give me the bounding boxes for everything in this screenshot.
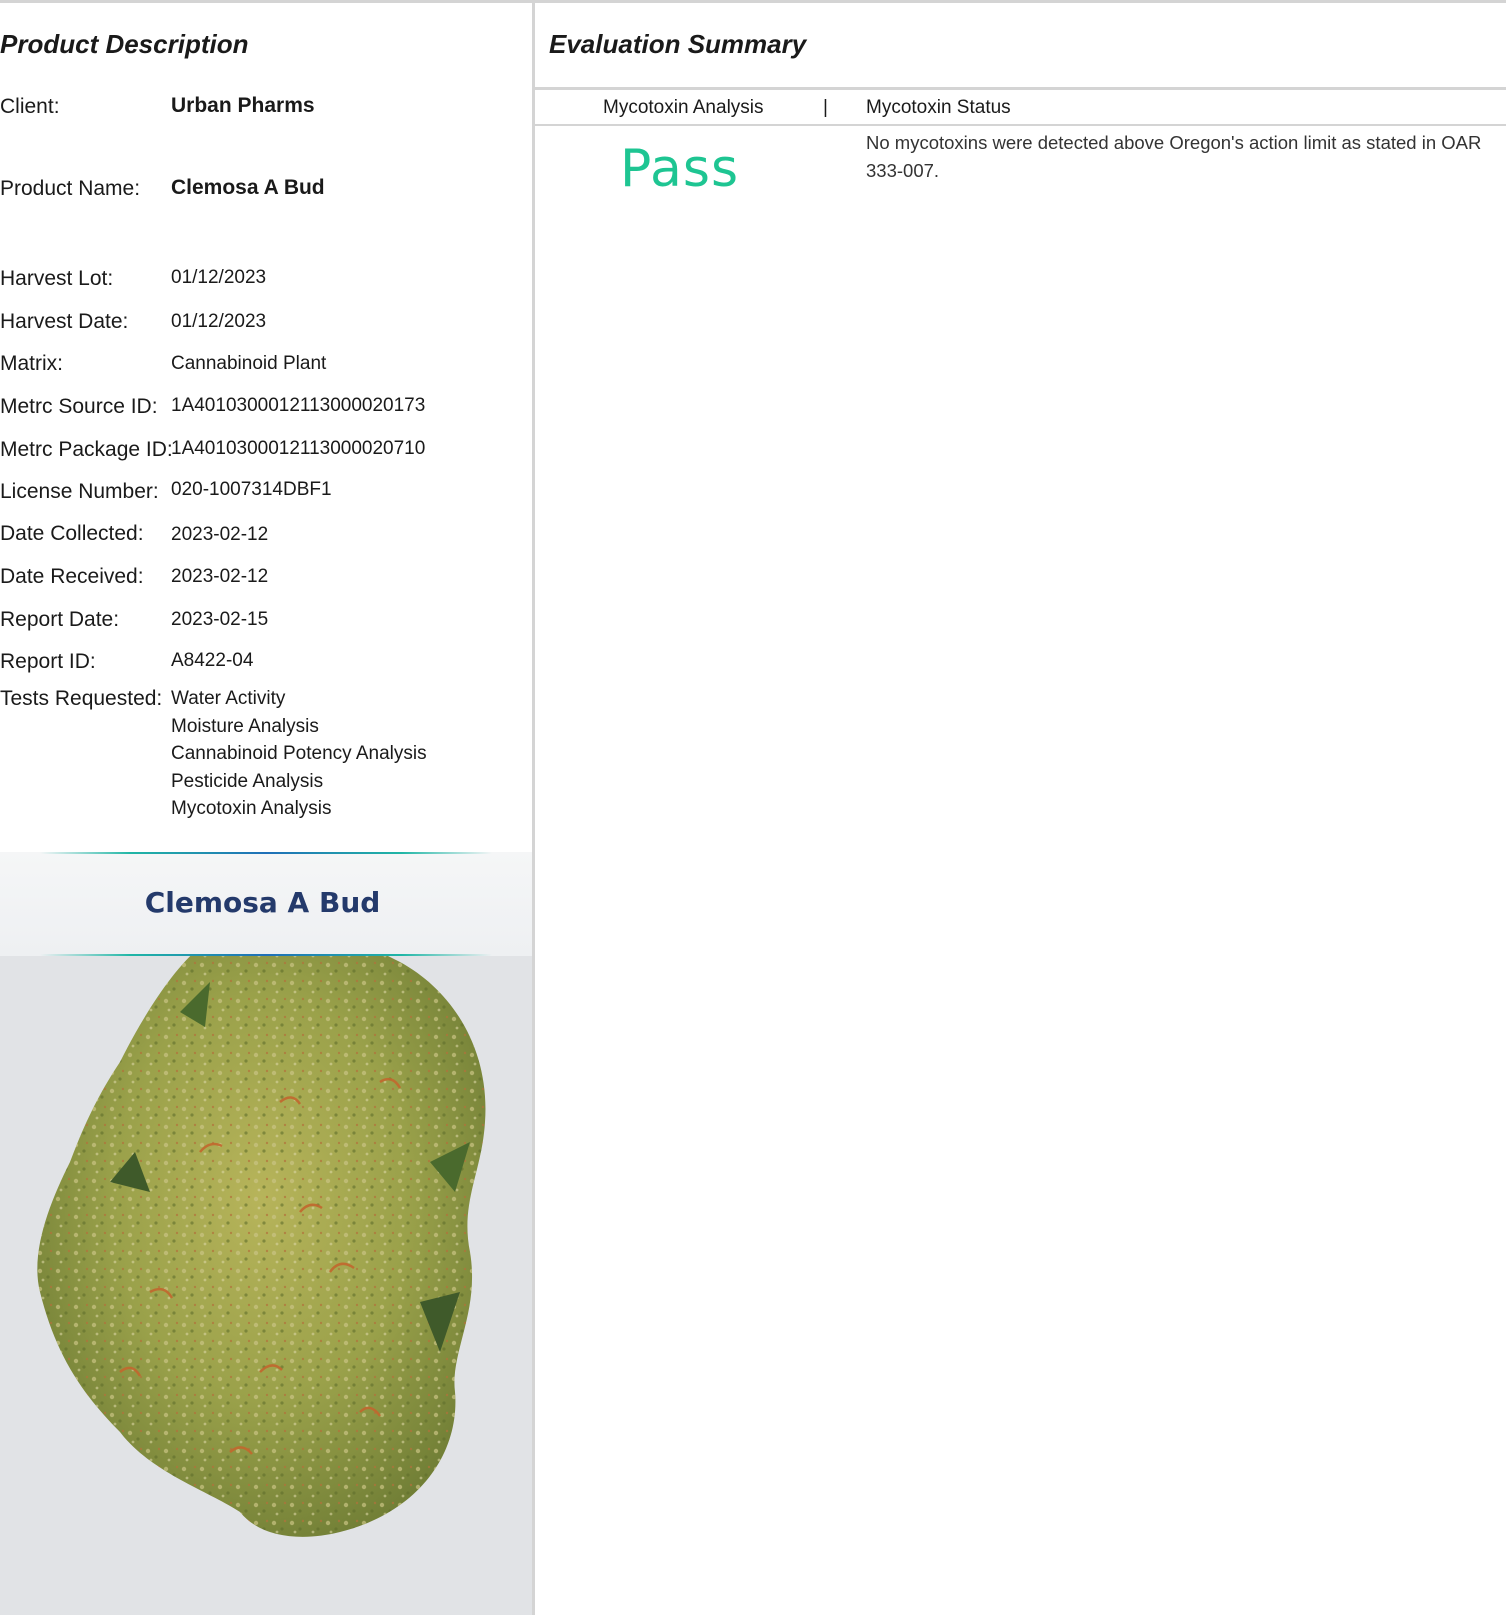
test-item: Moisture Analysis <box>171 715 319 737</box>
product-description-panel: Product Description Client: Urban Pharms… <box>0 3 535 1615</box>
tests-requested-list: Water Activity Moisture Analysis Cannabi… <box>171 685 427 823</box>
product-photo: Clemosa A Bud <box>0 852 532 1615</box>
banner-divider-top <box>40 852 492 854</box>
test-item: Pesticide Analysis <box>171 770 324 792</box>
evaluation-summary-panel: Evaluation Summary Mycotoxin Analysis | … <box>535 3 1506 1615</box>
mycotoxin-analysis-header: Mycotoxin Analysis <box>603 97 764 118</box>
test-item: Mycotoxin Analysis <box>171 798 332 819</box>
metrc-package-id-value: 1A4010300012113000020710 <box>171 438 426 459</box>
harvest-lot-label: Harvest Lot: <box>0 267 114 290</box>
report-id-label: Report ID: <box>0 650 96 673</box>
report-date-value: 2023-02-15 <box>171 609 269 630</box>
product-image-title: Clemosa A Bud <box>144 886 381 919</box>
metrc-source-id-label: Metrc Source ID: <box>0 395 158 418</box>
banner-divider-bottom <box>40 954 492 956</box>
column-separator: | <box>823 97 828 118</box>
report-id-value: A8422-04 <box>171 650 254 671</box>
license-number-label: License Number: <box>0 480 159 503</box>
header-divider-top <box>535 87 1506 90</box>
cannabis-bud-image <box>0 852 532 1615</box>
license-number-value: 020-1007314DBF1 <box>171 479 332 500</box>
date-received-value: 2023-02-12 <box>171 566 269 587</box>
harvest-lot-value: 01/12/2023 <box>171 267 267 288</box>
date-collected-label: Date Collected: <box>0 522 144 545</box>
test-item: Water Activity <box>171 688 286 709</box>
product-name-label: Product Name: <box>0 177 141 200</box>
mycotoxin-status-header: Mycotoxin Status <box>866 97 1011 118</box>
metrc-package-id-label: Metrc Package ID: <box>0 438 173 461</box>
report-date-label: Report Date: <box>0 608 120 631</box>
result-pass: Pass <box>620 139 740 199</box>
test-item: Cannabinoid Potency Analysis <box>171 743 427 764</box>
metrc-source-id-value: 1A4010300012113000020173 <box>171 395 426 416</box>
matrix-value: Cannabinoid Plant <box>171 353 327 374</box>
evaluation-summary-title: Evaluation Summary <box>549 29 807 59</box>
report-page: Product Description Client: Urban Pharms… <box>0 0 1506 1615</box>
product-description-title: Product Description <box>0 29 249 59</box>
tests-requested-label: Tests Requested: <box>0 687 163 710</box>
client-label: Client: <box>0 95 60 118</box>
harvest-date-label: Harvest Date: <box>0 310 129 333</box>
product-image-banner: Clemosa A Bud <box>0 852 532 956</box>
harvest-date-value: 01/12/2023 <box>171 311 267 332</box>
client-value: Urban Pharms <box>171 94 315 117</box>
date-received-label: Date Received: <box>0 565 144 588</box>
header-divider-bottom <box>535 124 1506 126</box>
date-collected-value: 2023-02-12 <box>171 524 269 545</box>
product-name-value: Clemosa A Bud <box>171 176 325 199</box>
matrix-label: Matrix: <box>0 352 63 375</box>
mycotoxin-status-text: No mycotoxins were detected above Oregon… <box>866 132 1482 181</box>
